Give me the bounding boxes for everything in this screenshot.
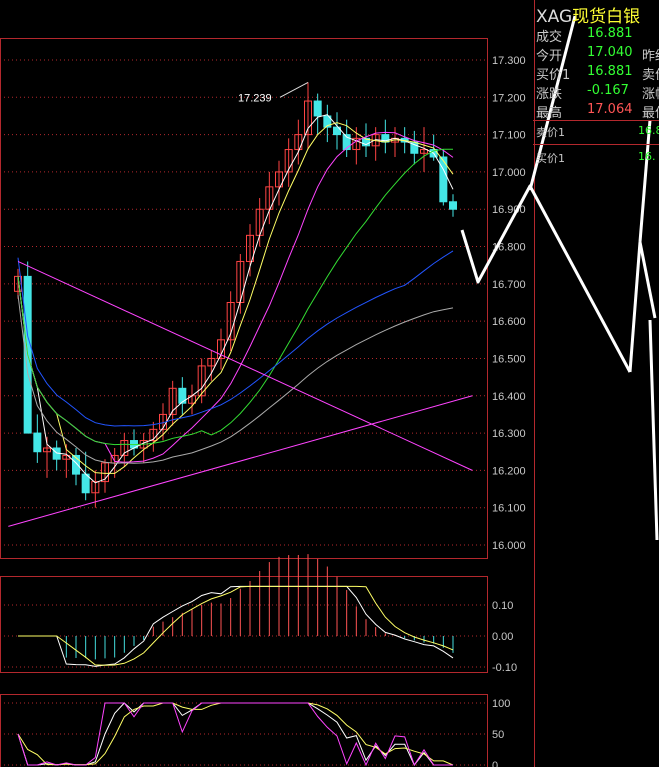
quote-row: 成交 16.881 xyxy=(536,26,633,45)
order-book-value: 16. xyxy=(638,150,656,163)
order-book-value: 16.8 xyxy=(638,124,659,137)
quote-label: 成交 xyxy=(536,30,563,45)
order-book-row: 买价1 16. xyxy=(536,150,658,166)
order-book-label: 卖价1 xyxy=(536,126,565,139)
quote-row: 今开 17.040 昨结 xyxy=(536,45,659,64)
candle-body xyxy=(313,100,322,117)
quote-panel: XAG现货白银 成交 16.881 今开 17.040 昨结买价1 16.881 卖价涨跌 -… xyxy=(533,0,659,767)
quote-label: 涨跌 xyxy=(536,87,563,102)
quote-value: 16.881 xyxy=(587,64,633,79)
quote-label-secondary: 卖价 xyxy=(642,68,659,83)
macd-line xyxy=(18,585,454,667)
high-annotation: 17.239 xyxy=(238,92,272,104)
quote-label: 买价1 xyxy=(536,68,571,83)
quote-title: XAG现货白银 xyxy=(536,2,640,27)
kdj-panel-frame xyxy=(0,694,488,767)
quote-label-secondary: 昨结 xyxy=(642,49,659,64)
price-tick-label: 16.000 xyxy=(492,540,526,552)
macd-panel-frame xyxy=(0,576,488,673)
quote-separator xyxy=(533,120,659,121)
kdj-tick-label: 100 xyxy=(492,698,510,710)
moving-average-line xyxy=(17,114,454,484)
order-book-row: 卖价1 16.8 xyxy=(536,124,659,140)
trend-line xyxy=(17,261,473,471)
macd-line xyxy=(18,585,454,666)
quote-row: 买价1 16.881 卖价 xyxy=(536,64,659,83)
price-tick-label: 17.100 xyxy=(492,130,526,142)
price-tick-label: 16.700 xyxy=(492,279,526,291)
price-tick-label: 16.200 xyxy=(492,465,526,477)
macd-tick-label: -0.10 xyxy=(492,662,517,674)
kdj-tick-label: 50 xyxy=(492,729,504,741)
price-tick-label: 16.300 xyxy=(492,428,526,440)
kdj-line xyxy=(17,702,453,766)
candle-body xyxy=(449,201,457,210)
price-tick-label: 16.500 xyxy=(492,353,526,365)
moving-average-line xyxy=(17,294,454,464)
moving-average-line xyxy=(17,122,454,474)
quote-label-secondary: 涨幅 xyxy=(642,87,659,102)
instrument-name: 现货白银 xyxy=(572,7,641,27)
moving-average-line xyxy=(17,131,454,463)
kdj-line xyxy=(17,702,453,767)
price-tick-label: 17.300 xyxy=(492,55,526,67)
quote-row: 涨跌 -0.167 涨幅 xyxy=(536,83,659,102)
macd-tick-label: 0.00 xyxy=(492,631,513,643)
quote-row: 最高 17.064 最低 xyxy=(536,102,659,121)
kdj-tick-label: 0 xyxy=(492,760,498,767)
quote-label-secondary: 最低 xyxy=(642,106,659,121)
quote-separator xyxy=(533,144,659,145)
price-tick-label: 17.000 xyxy=(492,167,526,179)
price-tick-label: 16.600 xyxy=(492,316,526,328)
price-tick-label: 17.200 xyxy=(492,92,526,104)
moving-average-line xyxy=(17,148,453,446)
quote-value: 17.040 xyxy=(587,45,633,60)
kdj-line xyxy=(17,702,454,766)
macd-tick-label: 0.10 xyxy=(492,600,513,612)
quote-value: 17.064 xyxy=(587,102,633,117)
order-book-label: 买价1 xyxy=(536,152,565,165)
price-tick-label: 16.100 xyxy=(492,503,526,515)
quote-value: -0.167 xyxy=(587,83,629,98)
candle-body xyxy=(33,432,42,453)
instrument-code: XAG xyxy=(536,7,573,27)
price-tick-label: 16.400 xyxy=(492,391,526,403)
quote-label: 今开 xyxy=(536,49,563,64)
quote-label: 最高 xyxy=(536,106,563,121)
high-pointer xyxy=(279,81,309,98)
quote-value: 16.881 xyxy=(587,26,633,41)
